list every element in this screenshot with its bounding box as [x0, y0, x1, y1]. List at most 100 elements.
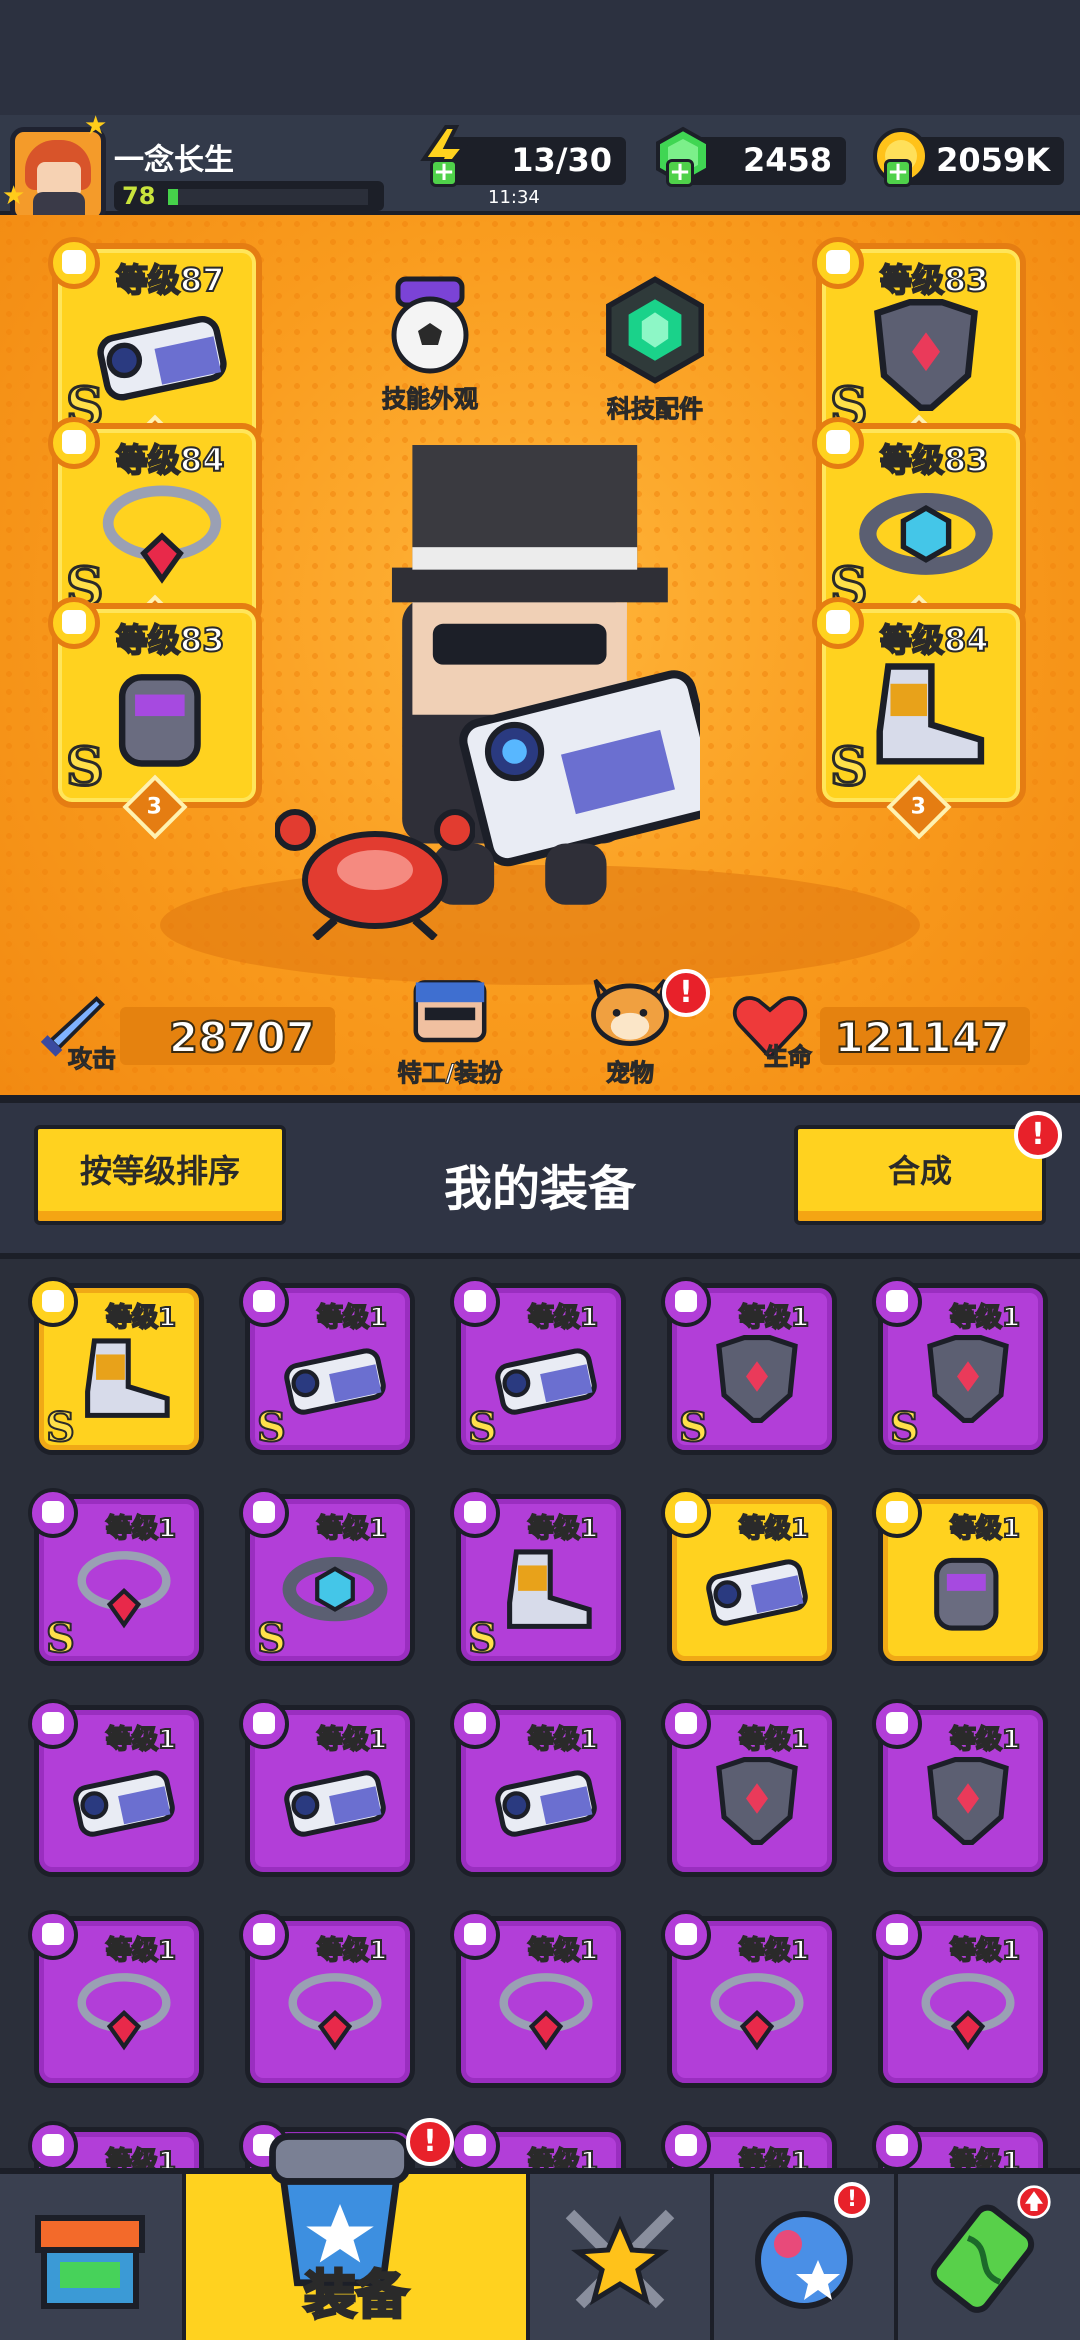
item-level: 等级1: [738, 1724, 810, 1756]
inventory-item[interactable]: 等级1: [872, 1910, 1048, 2088]
planet-icon: [755, 2211, 853, 2309]
inventory-item[interactable]: 等级1: [661, 1910, 837, 2088]
item-rank: S: [256, 1614, 287, 1663]
inventory-item[interactable]: 等级1 S: [28, 1277, 204, 1455]
weapon-icon: [97, 315, 227, 401]
equipped-slot[interactable]: 等级83 S 3: [48, 597, 262, 840]
inventory-item[interactable]: 等级1: [450, 1699, 626, 1877]
item-type-icon: [872, 1277, 922, 1327]
energy-counter[interactable]: + 13/30: [420, 125, 626, 187]
inventory-item[interactable]: 等级1: [661, 1699, 837, 1877]
inventory-item[interactable]: 等级1: [28, 1699, 204, 1877]
item-level: 等级1: [738, 1513, 810, 1545]
skill-skin-button[interactable]: 技能外观: [370, 275, 490, 414]
inventory-item[interactable]: 等级1: [239, 1699, 415, 1877]
slot-star-count-value: 3: [910, 794, 926, 820]
agent-outfit-button[interactable]: 特工/装扮: [380, 977, 520, 1088]
attack-label: 攻击: [68, 1045, 117, 1074]
dog-icon: [591, 978, 669, 1046]
item-level: 等级1: [738, 2146, 810, 2168]
gold-counter[interactable]: + 2059K: [873, 128, 1064, 187]
inventory-item[interactable]: 等级1: [239, 1910, 415, 2088]
nav-equipment[interactable]: ! 装备: [186, 2118, 530, 2340]
equipped-slot[interactable]: 等级84 S 3: [812, 597, 1026, 840]
inventory-title: 我的装备: [443, 1161, 636, 1217]
nav-evolution[interactable]: [898, 2174, 1080, 2340]
necklace-icon: [77, 1551, 171, 1629]
tech-parts-label: 科技配件: [607, 395, 704, 424]
inventory-item[interactable]: 等级1 S: [872, 1277, 1048, 1455]
nav-talent[interactable]: [530, 2174, 714, 2340]
inventory-header: 按等级排序 我的装备 合成 !: [0, 1103, 1080, 1253]
item-level: 等级1: [949, 2146, 1021, 2168]
player-name: 一念长生: [114, 143, 234, 178]
talent-icon: [565, 2209, 675, 2309]
equipped-slot[interactable]: 等级83 S 3: [812, 237, 1026, 480]
item-type-icon: [450, 1699, 500, 1749]
glove-icon: [118, 674, 201, 767]
inventory-item[interactable]: 等级1 S: [450, 1277, 626, 1455]
item-type-icon: [239, 1910, 289, 1960]
inventory-item[interactable]: 等级1: [450, 2121, 626, 2168]
inventory-item[interactable]: 等级1: [28, 1910, 204, 2088]
inventory-item[interactable]: 等级1: [872, 2121, 1048, 2168]
item-level: 等级1: [105, 1513, 177, 1545]
planet-alert-badge: !: [834, 2182, 870, 2218]
inventory-grid: 等级1 S 等级1 S 等级1 S 等级1 S 等级1 S 等级1 S 等级1 …: [0, 1253, 1080, 2168]
gem-counter[interactable]: + 2458: [656, 126, 846, 187]
item-level: 等级1: [316, 1302, 388, 1334]
equipped-slot[interactable]: 等级87 S 3: [48, 237, 262, 480]
energy-value: 13/30: [511, 141, 612, 179]
xp-bar: [168, 189, 368, 205]
necklace-icon: [921, 1973, 1015, 2051]
merge-button[interactable]: 合成: [794, 1125, 1046, 1225]
item-type-icon: [661, 1277, 711, 1327]
inventory-item[interactable]: 等级1: [661, 2121, 837, 2168]
hp-box: 121147: [820, 1007, 1030, 1065]
item-rank: S: [45, 1403, 76, 1452]
inventory-item[interactable]: 等级1 S: [239, 1488, 415, 1666]
upgrade-arrow-icon: [1017, 2185, 1051, 2219]
inventory-item[interactable]: 等级1: [872, 1699, 1048, 1877]
inventory-item[interactable]: 等级1 S: [661, 1277, 837, 1455]
nav-shop[interactable]: [0, 2174, 186, 2340]
app-root: ★ ★ 一念长生 78 + 13/30 11:34 + 2458 + 2059K…: [0, 0, 1080, 2340]
equipped-slot[interactable]: 等级84 S 3: [48, 417, 262, 660]
inventory-item[interactable]: 等级1: [28, 2121, 204, 2168]
necklace-icon: [102, 485, 222, 584]
inventory-item[interactable]: 等级1 S: [239, 1277, 415, 1455]
tech-parts-button[interactable]: 科技配件: [590, 275, 720, 424]
add-gem-icon[interactable]: +: [666, 159, 694, 187]
glove-icon: [934, 1557, 999, 1631]
crab-pet[interactable]: [275, 800, 475, 940]
sort-by-level-button[interactable]: 按等级排序: [34, 1125, 286, 1225]
armor-icon: [716, 1757, 798, 1845]
xp-fill: [168, 189, 178, 205]
slot-level: 等级83: [115, 620, 226, 660]
necklace-icon: [77, 1973, 171, 2051]
inventory-item[interactable]: 等级1 S: [450, 1488, 626, 1666]
slot-type-icon: [812, 597, 864, 649]
inventory-item[interactable]: 等级1: [872, 1488, 1048, 1666]
necklace-icon: [288, 1973, 382, 2051]
equipment-alert-badge: !: [406, 2118, 454, 2166]
inventory-item[interactable]: 等级1 S: [28, 1488, 204, 1666]
vip-star-icon: ★: [84, 111, 108, 141]
armor-icon: [874, 299, 978, 411]
item-level: 等级1: [527, 1935, 599, 1967]
vip-star-icon: ★: [2, 181, 26, 211]
inventory-item[interactable]: 等级1: [450, 1910, 626, 2088]
gold-value: 2059K: [936, 141, 1050, 179]
item-type-icon: [872, 1910, 922, 1960]
soccer-ball-icon: [391, 276, 469, 374]
weapon-icon: [73, 1770, 175, 1837]
slot-level: 等级83: [879, 260, 990, 300]
item-type-icon: [239, 1488, 289, 1538]
add-gold-icon[interactable]: +: [884, 159, 912, 187]
nav-planet[interactable]: !: [714, 2174, 898, 2340]
item-level: 等级1: [105, 1302, 177, 1334]
add-energy-icon[interactable]: +: [430, 159, 458, 187]
equipped-slot[interactable]: 等级83 S 3: [812, 417, 1026, 660]
inventory-item[interactable]: 等级1: [661, 1488, 837, 1666]
necklace-icon: [710, 1973, 804, 2051]
